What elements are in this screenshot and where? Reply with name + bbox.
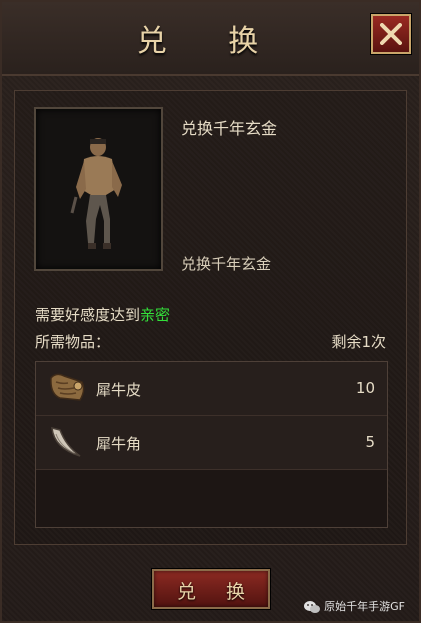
- remaining-count: 剩余1次: [331, 333, 386, 351]
- exchange-item-name: 兑换千年玄金: [181, 119, 278, 138]
- rhino-horn-icon: [51, 427, 81, 457]
- rhino-hide-icon: [50, 373, 85, 401]
- material-name: 犀牛角: [96, 435, 142, 453]
- requirement-level: 亲密: [140, 306, 171, 324]
- exchange-button-label: 兑 换: [176, 581, 258, 603]
- list-item: 犀牛皮 10: [36, 362, 387, 416]
- warrior-figure-icon: [70, 138, 122, 249]
- requirement-text: 需要好感度达到亲密: [35, 304, 170, 325]
- wechat-icon: [304, 601, 321, 613]
- title-bar: 兑 换: [2, 2, 419, 76]
- material-quantity: 10: [355, 379, 375, 397]
- close-button[interactable]: [371, 14, 411, 54]
- material-quantity: 5: [365, 433, 375, 451]
- dialog-title: 兑 换: [136, 24, 285, 59]
- materials-list: 犀牛皮 10 犀牛角 5: [35, 361, 388, 528]
- exchange-dialog: 兑 换 兑换千年玄金 兑换千年玄金 需要好感度达到亲密 所需物品： 剩余1次 犀…: [0, 0, 421, 623]
- list-item: 犀牛角 5: [36, 416, 387, 470]
- exchange-panel: 兑换千年玄金 兑换千年玄金 需要好感度达到亲密 所需物品： 剩余1次 犀牛皮 1…: [14, 90, 407, 545]
- watermark: 原始千年手游GF: [304, 598, 405, 614]
- exchange-item-description: 兑换千年玄金: [181, 255, 272, 273]
- material-name: 犀牛皮: [96, 381, 142, 399]
- requirement-prefix: 需要好感度达到: [35, 306, 141, 324]
- exchange-button[interactable]: 兑 换: [152, 569, 270, 609]
- needed-items-label: 所需物品：: [35, 333, 111, 351]
- close-icon: [380, 23, 402, 45]
- watermark-text: 原始千年手游GF: [324, 600, 405, 613]
- character-portrait: [34, 107, 163, 271]
